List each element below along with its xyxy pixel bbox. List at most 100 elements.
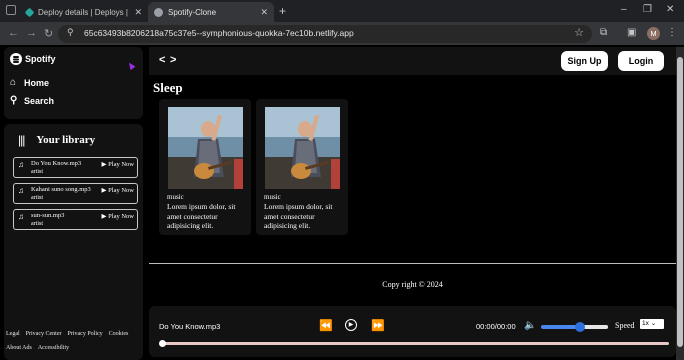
signup-button[interactable]: Sign Up [561, 51, 608, 71]
browser-toolbar: ← → ↻ ⚲ 65c63493b8206218a75c37e5--sympho… [0, 22, 684, 46]
chevron-left-icon[interactable]: < [159, 54, 165, 66]
scrollbar-thumb[interactable] [677, 57, 683, 347]
chevron-down-icon: ⌄ [650, 320, 657, 327]
nav-search[interactable]: ⚲ Search [10, 95, 54, 106]
song-artist: artist [31, 195, 43, 201]
seek-bar[interactable] [159, 339, 669, 347]
netlify-favicon-icon [24, 7, 35, 17]
reload-icon[interactable]: ↻ [44, 27, 53, 40]
new-tab-button[interactable]: + [279, 4, 286, 18]
menu-kebab-icon[interactable]: ⋮ [667, 27, 677, 38]
music-note-icon: ♫ [18, 186, 24, 195]
library-song-item[interactable]: ♫ Kahani suno song.mp3 artist ▶ Play Now [13, 183, 138, 204]
card-image [265, 107, 340, 189]
tab-close-icon[interactable]: ✕ [134, 7, 142, 18]
back-arrow-icon[interactable]: ← [8, 27, 19, 39]
song-artist: artist [31, 221, 43, 227]
profile-avatar[interactable]: M [647, 27, 660, 40]
card-caption: music [264, 193, 281, 201]
nav-home-label: Home [24, 77, 50, 88]
login-button[interactable]: Login [618, 51, 664, 71]
logo-text: Spotify [25, 54, 56, 64]
card-caption: music [167, 193, 184, 201]
maximize-button[interactable]: ❐ [643, 4, 652, 15]
library-title: Your library [36, 134, 96, 146]
library-header: ||| Your library [18, 133, 95, 147]
play-now-button[interactable]: ▶ Play Now [102, 160, 134, 168]
play-now-button[interactable]: ▶ Play Now [102, 186, 134, 194]
play-now-label: Play Now [108, 161, 134, 168]
divider [149, 263, 676, 264]
link-accessibility[interactable]: Accessibility [38, 345, 69, 351]
address-bar[interactable]: ⚲ 65c63493b8206218a75c37e5--symphonious-… [58, 25, 592, 43]
side-panel-icon[interactable]: ▣ [627, 27, 636, 38]
main-header: < > Sign Up Login [149, 47, 676, 75]
volume-icon[interactable]: 🔈 [524, 320, 536, 331]
bookmark-star-icon[interactable]: ☆ [574, 26, 584, 39]
current-song-name: Do You Know.mp3 [159, 322, 221, 331]
copyright-text: Copy right © 2024 [382, 280, 443, 289]
volume-slider-track [582, 325, 608, 329]
playlist-card[interactable]: music Lorem ipsum dolor, sit amet consec… [256, 99, 348, 235]
globe-favicon-icon [154, 7, 163, 17]
speed-value: 1x [642, 320, 649, 327]
tab-title: Spotify-Clone [168, 7, 217, 17]
site-info-icon[interactable]: ⚲ [67, 27, 74, 38]
tab-search-icon[interactable] [6, 5, 16, 15]
extensions-icon[interactable]: ⧉ [600, 27, 607, 38]
tab-close-icon[interactable]: ✕ [260, 7, 268, 18]
page: Spotify ⌂ Home ⚲ Search ||| Your library… [0, 47, 676, 360]
play-pause-button[interactable]: ▶ [345, 319, 357, 331]
url-text[interactable]: 65c63493b8206218a75c37e5--symphonious-qu… [84, 28, 354, 38]
previous-track-icon[interactable]: ⏪ [319, 319, 333, 332]
main-content: < > Sign Up Login Sleep music Lorem ipsu… [149, 47, 676, 360]
page-scrollbar[interactable] [676, 47, 684, 360]
play-now-button[interactable]: ▶ Play Now [102, 212, 134, 220]
volume-slider-knob[interactable] [575, 322, 585, 332]
tab-title: Deploy details | Deploys | symphonious-q… [38, 7, 128, 17]
link-privacy-policy[interactable]: Privacy Policy [68, 331, 103, 337]
song-name: sun-sun.mp3 [31, 212, 65, 219]
speed-label: Speed [615, 321, 635, 330]
song-name: Kahani suno song.mp3 [31, 186, 91, 193]
music-note-icon: ♫ [18, 212, 24, 221]
close-window-button[interactable]: ✕ [666, 4, 674, 15]
browser-tab-spotify[interactable]: Spotify-Clone ✕ [148, 2, 274, 22]
library-song-item[interactable]: ♫ Do You Know.mp3 artist ▶ Play Now [13, 157, 138, 178]
nav-search-label: Search [24, 95, 55, 106]
chevron-right-icon[interactable]: > [170, 54, 176, 66]
library-icon: ||| [18, 133, 25, 147]
playbar: Do You Know.mp3 ⏪ ▶ ⏩ 00:00/00:00 🔈 Spee… [149, 306, 676, 357]
minimize-button[interactable]: – [621, 4, 627, 15]
home-icon: ⌂ [10, 77, 17, 88]
next-track-icon[interactable]: ⏩ [371, 319, 385, 332]
seek-knob[interactable] [159, 339, 166, 347]
speed-select[interactable]: 1x ⌄ [640, 319, 664, 329]
volume-slider[interactable] [541, 322, 608, 332]
song-name: Do You Know.mp3 [31, 160, 82, 167]
sidebar-nav-panel: Spotify ⌂ Home ⚲ Search [4, 47, 143, 119]
playlist-card[interactable]: music Lorem ipsum dolor, sit amet consec… [159, 99, 251, 235]
link-cookies[interactable]: Cookies [109, 331, 129, 337]
card-description: Lorem ipsum dolor, sit amet consectetur … [264, 202, 333, 230]
library-song-item[interactable]: ♫ sun-sun.mp3 artist ▶ Play Now [13, 209, 138, 230]
section-title: Sleep [153, 80, 183, 95]
play-now-label: Play Now [108, 213, 134, 220]
browser-tab-strip: Deploy details | Deploys | symphonious-q… [0, 0, 684, 22]
spotify-logo[interactable]: Spotify [10, 53, 56, 65]
link-privacy-center[interactable]: Privacy Center [26, 331, 62, 337]
search-icon: ⚲ [10, 95, 18, 106]
play-now-label: Play Now [108, 187, 134, 194]
library-panel: ||| Your library ♫ Do You Know.mp3 artis… [4, 124, 143, 360]
nav-home[interactable]: ⌂ Home [10, 77, 49, 88]
browser-tab-deploy[interactable]: Deploy details | Deploys | symphonious-q… [20, 2, 148, 22]
mouse-cursor-icon [126, 60, 136, 71]
link-legal[interactable]: Legal [6, 331, 20, 337]
forward-arrow-icon[interactable]: → [26, 27, 37, 39]
card-description: Lorem ipsum dolor, sit amet consectetur … [167, 202, 236, 230]
song-artist: artist [31, 169, 43, 175]
music-note-icon: ♫ [18, 160, 24, 169]
link-about-ads[interactable]: About Ads [6, 345, 32, 351]
card-image [168, 107, 243, 189]
sidebar-footer-links: Legal Privacy Center Privacy Policy Cook… [6, 331, 141, 359]
